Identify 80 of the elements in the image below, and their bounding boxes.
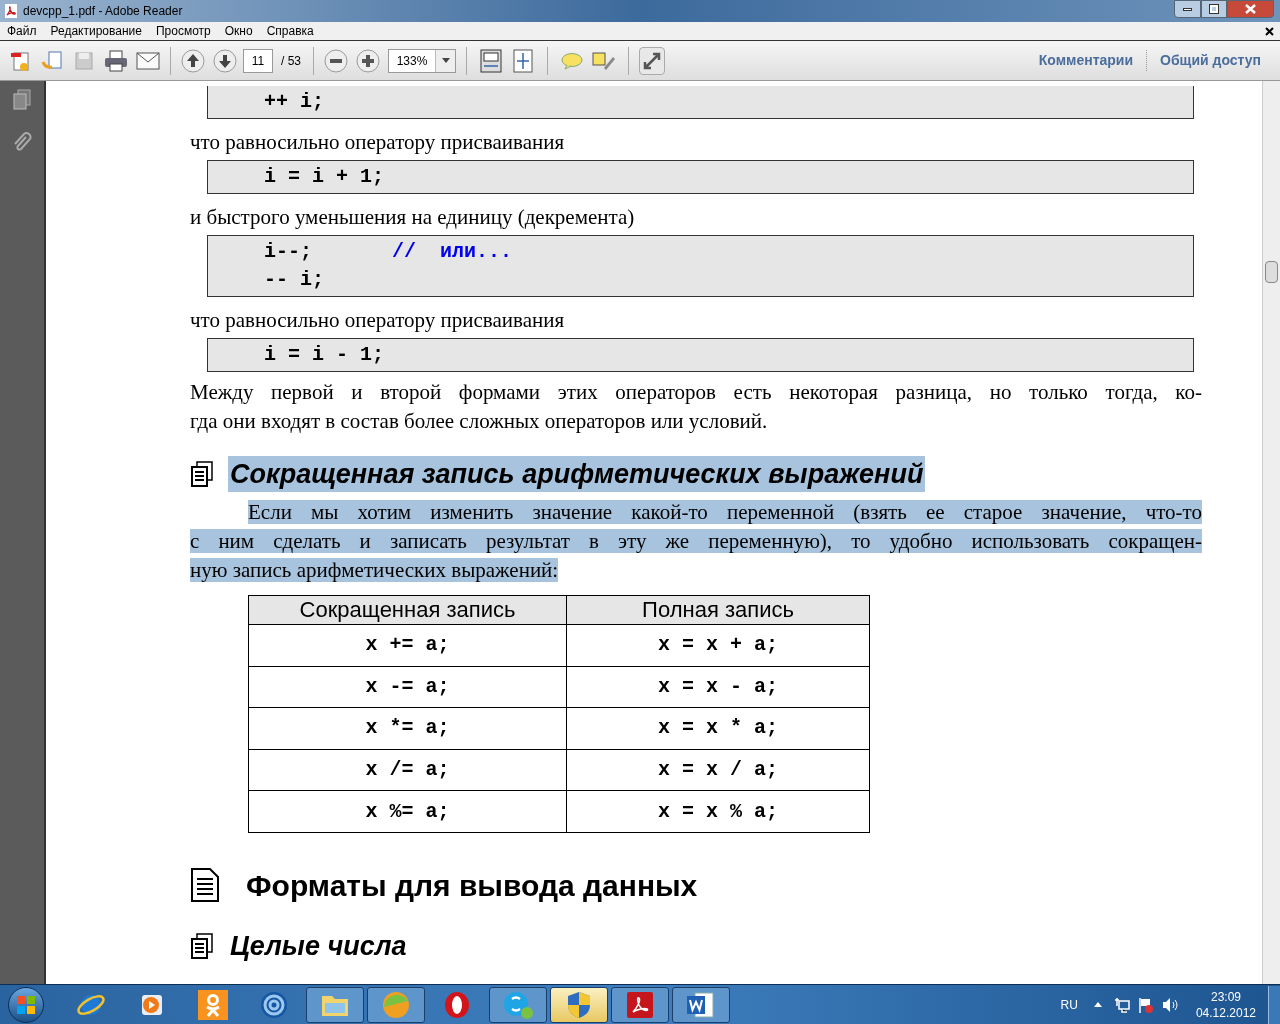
- taskbar-button[interactable]: [672, 986, 730, 1023]
- table-cell: x /= a;: [248, 749, 567, 791]
- clock[interactable]: 23:09 04.12.2012: [1195, 988, 1256, 1021]
- page-count: / 53: [280, 52, 302, 70]
- window-title: devcpp_1.pdf - Adobe Reader: [23, 3, 183, 20]
- shield-icon: [565, 989, 593, 1020]
- previous-page-button[interactable]: [179, 46, 207, 75]
- code-line: i = i + 1;: [264, 164, 385, 190]
- table-cell: x -= a;: [248, 666, 567, 708]
- toolbar-link[interactable]: Общий доступ: [1146, 50, 1274, 71]
- taskbar-button[interactable]: [611, 986, 669, 1023]
- menu-item[interactable]: Файл: [0, 22, 44, 40]
- section-subheading: Сокращенная запись арифметических выражений: [228, 456, 926, 492]
- taskbar-button[interactable]: [306, 986, 364, 1023]
- menu-item[interactable]: Редактирование: [43, 22, 149, 40]
- table-cell: x = x * a;: [566, 707, 870, 750]
- body-text: что равносильно оператору присваивания: [190, 307, 566, 333]
- restore-button[interactable]: [1201, 0, 1227, 18]
- paperclip-icon[interactable]: [12, 131, 32, 153]
- network-icon[interactable]: [1113, 996, 1130, 1013]
- start-button[interactable]: [8, 986, 44, 1023]
- caret-icon: [441, 58, 450, 63]
- body-text: что равносильно оператору присваивания: [190, 129, 566, 155]
- close-icon[interactable]: [1265, 26, 1274, 36]
- next-page-button[interactable]: [211, 46, 239, 75]
- code-line: ++ i;: [264, 89, 324, 115]
- vertical-scrollbar[interactable]: [1262, 81, 1280, 984]
- close-icon: [1245, 4, 1256, 14]
- o-letter-icon: [442, 989, 472, 1020]
- page-number-field[interactable]: 11: [243, 48, 273, 73]
- zoom-dropdown[interactable]: 133%: [388, 48, 456, 73]
- flag-icon[interactable]: [1137, 996, 1154, 1013]
- zoom-in-button[interactable]: [354, 46, 382, 75]
- scrollbar-thumb[interactable]: [1265, 261, 1278, 283]
- language-indicator[interactable]: RU: [1060, 995, 1078, 1014]
- full-screen-button[interactable]: [639, 46, 665, 75]
- show-desktop-button[interactable]: [1268, 985, 1280, 1024]
- documents-icon: [190, 932, 214, 959]
- minimize-button[interactable]: [1174, 0, 1201, 18]
- code-comment: // или...: [392, 239, 513, 265]
- table-cell: x *= a;: [248, 707, 567, 750]
- body-paragraph: Между первой и второй формами этих операторов есть некоторая разница, но только тогда, ко- гда они входят в состав более сложных операторов или условий.: [190, 379, 1202, 435]
- chat-bubble-icon: [502, 989, 534, 1020]
- body-text: и быстрого уменьшения на единицу (декремента): [190, 204, 636, 230]
- code-line: i = i - 1;: [264, 342, 385, 368]
- table-cell: x = x - a;: [566, 666, 870, 708]
- up-arrow-icon[interactable]: [1093, 1002, 1102, 1007]
- zoom-out-button[interactable]: [322, 46, 350, 75]
- table-cell: x = x + a;: [566, 624, 870, 667]
- section-heading: Форматы для вывода данных: [246, 867, 698, 904]
- ball-icon: [381, 989, 411, 1020]
- person-icon: [198, 989, 228, 1020]
- documents-icon: [190, 461, 214, 487]
- code-line: -- i;: [264, 267, 324, 293]
- pdf-icon: [625, 989, 655, 1020]
- fit-width-button[interactable]: [477, 46, 505, 75]
- taskbar-button[interactable]: [489, 986, 547, 1023]
- close-button[interactable]: [1227, 0, 1274, 18]
- taskbar-button[interactable]: [367, 986, 425, 1023]
- table-cell: x %= a;: [248, 790, 567, 833]
- section-subheading: Целые числа: [229, 929, 408, 963]
- table-cell: x = x / a;: [566, 749, 870, 791]
- menu-item[interactable]: Справка: [259, 22, 321, 40]
- speaker-icon[interactable]: [1161, 996, 1178, 1013]
- pdf-icon: [3, 3, 19, 19]
- table-header: Сокращенная запись: [248, 595, 567, 625]
- table-header: Полная запись: [566, 595, 870, 625]
- document-w-icon: [685, 989, 717, 1020]
- at-sign-icon: [259, 989, 289, 1020]
- taskbar-button[interactable]: [550, 986, 608, 1023]
- table-cell: x += a;: [248, 624, 567, 667]
- document-icon: [190, 867, 220, 904]
- body-paragraph: Если мы хотим изменить значение какой-то переменной (взять ее старое значение, что-то с ним сделать и записать результат в эту же переменную), то удобно использовать сокращен- ную запись арифметических выражений:: [190, 499, 1202, 584]
- pages-icon[interactable]: [12, 89, 32, 111]
- toolbar-link[interactable]: Комментарии: [1025, 50, 1147, 71]
- menu-item[interactable]: Просмотр: [148, 22, 218, 40]
- windows-logo-icon: [16, 994, 36, 1015]
- menu-item[interactable]: Окно: [217, 22, 260, 40]
- table-cell: x = x % a;: [566, 790, 870, 833]
- code-line: i--;: [264, 239, 312, 265]
